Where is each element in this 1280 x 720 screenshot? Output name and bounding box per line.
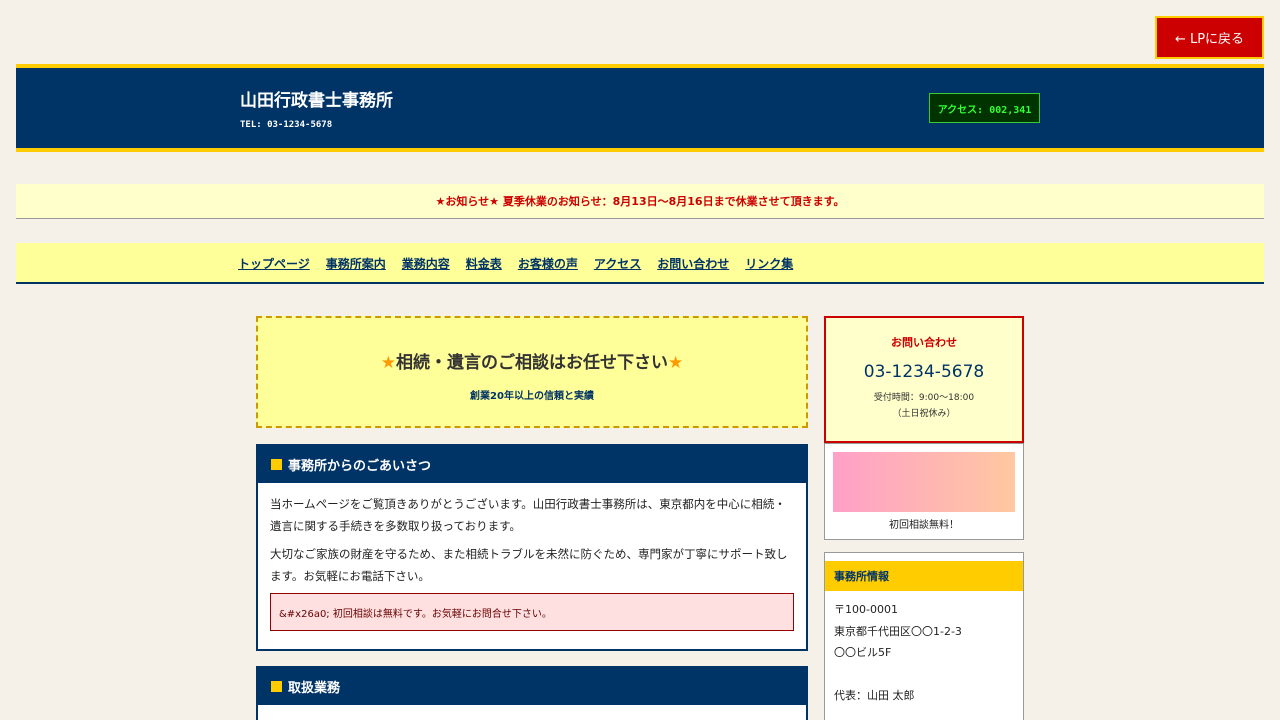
office-representative: 代表：山田 太郎 [834, 688, 915, 702]
hero-banner: ★相続・遺言のご相談はお任せ下さい★ 創業20年以上の信頼と実績 [256, 316, 808, 428]
contact-hours: 受付時間：9:00〜18:00 （土日祝休み） [826, 390, 1022, 422]
contact-title: お問い合わせ [891, 336, 957, 349]
services-panel: 取扱業務 [256, 666, 808, 720]
greeting-heading-text: 事務所からのごあいさつ [288, 459, 432, 474]
contact-closed-text: （土日祝休み） [892, 409, 956, 419]
services-heading: 取扱業務 [258, 668, 806, 705]
greeting-panel: 事務所からのごあいさつ 当ホームページをご覧頂きありがとうございます。山田行政書… [256, 444, 808, 651]
notice-text: ★お知らせ★ 夏季休業のお知らせ：8月13日～8月16日まで休業させて頂きます。 [435, 195, 845, 208]
office-info-body: 〒100-0001 東京都千代田区〇〇1-2-3 〇〇ビル5F 代表：山田 太郎 [825, 591, 1023, 714]
greeting-heading: 事務所からのごあいさつ [258, 446, 806, 483]
office-info-heading: 事務所情報 [825, 561, 1023, 591]
hero-title-text: 相続・遺言のご相談はお任せ下さい [396, 353, 668, 373]
sidebar-contact-box: お問い合わせ 03-1234-5678 受付時間：9:00〜18:00 （土日祝… [824, 316, 1024, 443]
nav-item-access[interactable]: アクセス [594, 255, 641, 272]
nav-item-testimonials[interactable]: お客様の声 [518, 255, 578, 272]
contact-hours-text: 受付時間：9:00〜18:00 [873, 393, 975, 403]
hero-title: ★相続・遺言のご相談はお任せ下さい★ [258, 348, 806, 373]
nav-item-contact[interactable]: お問い合わせ [657, 255, 729, 272]
services-heading-text: 取扱業務 [288, 681, 341, 696]
office-postal: 〒100-0001 [834, 603, 898, 616]
notice-bar: ★お知らせ★ 夏季休業のお知らせ：8月13日～8月16日まで休業させて頂きます。 [16, 184, 1264, 219]
back-to-lp-button[interactable]: ← LPに戻る [1155, 16, 1264, 59]
office-address-line1: 東京都千代田区〇〇1-2-3 [834, 624, 962, 638]
site-title: 山田行政書士事務所 [240, 91, 393, 111]
office-address-line2: 〇〇ビル5F [834, 646, 892, 659]
star-icon: ★ [380, 353, 396, 373]
nav-item-fees[interactable]: 料金表 [466, 255, 502, 272]
nav-item-services[interactable]: 業務内容 [402, 255, 450, 272]
square-bullet-icon [271, 681, 282, 692]
banner-caption: 初回相談無料！ [889, 520, 959, 531]
greeting-paragraph: 当ホームページをご覧頂きありがとうございます。山田行政書士事務所は、東京都内を中… [270, 497, 786, 533]
access-counter: アクセス: 002,341 [929, 93, 1040, 123]
nav-item-office[interactable]: 事務所案内 [326, 255, 386, 272]
hero-subtitle: 創業20年以上の信頼と実績 [470, 391, 594, 402]
contact-tel[interactable]: 03-1234-5678 [826, 362, 1022, 382]
main-nav: トップページ 事務所案内 業務内容 料金表 お客様の声 アクセス お問い合わせ … [16, 243, 1264, 284]
free-consult-alert: &#x26a0; 初回相談は無料です。お気軽にお問合せ下さい。 [270, 593, 794, 631]
star-icon: ★ [668, 353, 684, 373]
nav-item-links[interactable]: リンク集 [745, 255, 793, 272]
nav-item-top[interactable]: トップページ [238, 255, 310, 272]
sidebar-banner[interactable]: 初回相談無料！ [824, 443, 1024, 540]
header-tel: TEL: 03-1234-5678 [240, 120, 333, 130]
site-header: 山田行政書士事務所 TEL: 03-1234-5678 アクセス: 002,34… [16, 64, 1264, 152]
greeting-paragraph: 大切なご家族の財産を守るため、また相続トラブルを未然に防ぐため、専門家が丁寧にサ… [270, 547, 788, 583]
sidebar-office-info: 事務所情報 〒100-0001 東京都千代田区〇〇1-2-3 〇〇ビル5F 代表… [824, 552, 1024, 720]
alert-text: &#x26a0; 初回相談は無料です。お気軽にお問合せ下さい。 [279, 608, 552, 620]
banner-image[interactable] [833, 452, 1015, 512]
square-bullet-icon [271, 459, 282, 470]
